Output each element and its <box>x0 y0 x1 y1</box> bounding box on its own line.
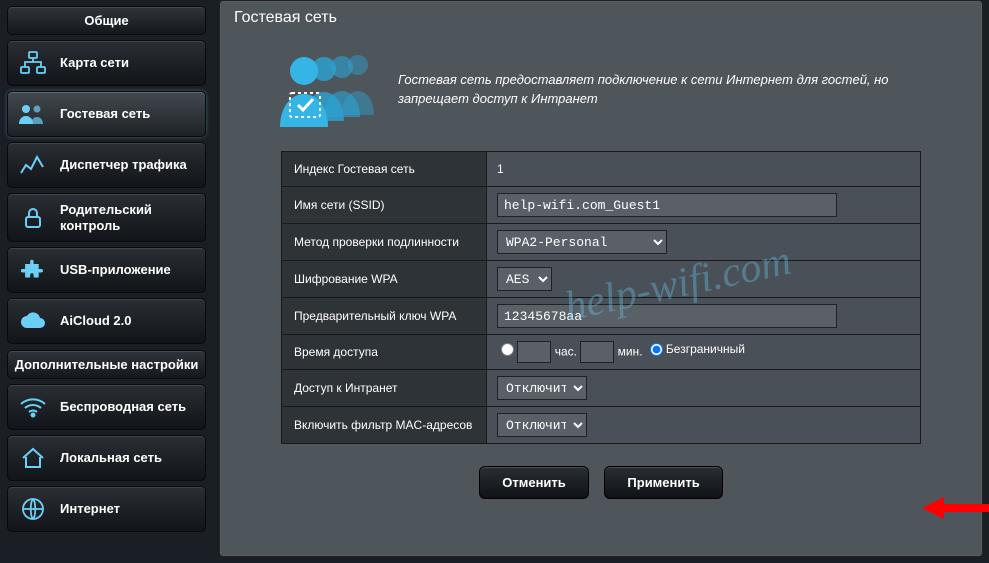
sidebar-header-general: Общие <box>7 6 206 35</box>
sidebar: Общие Карта сети Гостевая сеть Диспетчер… <box>0 0 213 563</box>
sidebar-item-parental-control[interactable]: Родительский контроль <box>7 193 206 242</box>
row-label: Индекс Гостевая сеть <box>282 152 487 187</box>
mac-filter-select[interactable]: Отключить <box>497 413 587 437</box>
sidebar-item-guest-network[interactable]: Гостевая сеть <box>7 91 206 137</box>
access-time-limited-radio[interactable] <box>501 343 514 356</box>
cancel-button[interactable]: Отменить <box>479 466 589 499</box>
sidebar-item-label: Карта сети <box>60 55 129 71</box>
cloud-icon <box>18 307 48 335</box>
hours-input[interactable] <box>517 341 551 363</box>
sidebar-item-label: Гостевая сеть <box>60 106 150 122</box>
wifi-icon <box>18 393 48 421</box>
sidebar-item-label: AiCloud 2.0 <box>60 313 132 329</box>
settings-table: Индекс Гостевая сеть 1 Имя сети (SSID) М… <box>281 151 921 444</box>
puzzle-icon <box>18 256 48 284</box>
row-label: Имя сети (SSID) <box>282 187 487 224</box>
sidebar-item-internet[interactable]: Интернет <box>7 486 206 532</box>
globe-icon <box>18 495 48 523</box>
sidebar-item-label: Беспроводная сеть <box>60 399 186 415</box>
sidebar-item-aicloud[interactable]: AiCloud 2.0 <box>7 298 206 344</box>
sidebar-item-label: Родительский контроль <box>60 202 195 233</box>
minutes-input[interactable] <box>580 341 614 363</box>
auth-method-select[interactable]: WPA2-Personal <box>497 230 667 254</box>
sidebar-header-advanced: Дополнительные настройки <box>7 350 206 379</box>
home-icon <box>18 444 48 472</box>
sidebar-item-label: Диспетчер трафика <box>60 157 187 173</box>
hours-label: час. <box>555 345 577 359</box>
sidebar-item-traffic-manager[interactable]: Диспетчер трафика <box>7 142 206 188</box>
intro-text: Гостевая сеть предоставляет подключение … <box>398 70 932 109</box>
intranet-access-select[interactable]: Отключить <box>497 376 587 400</box>
guest-hero-icon <box>270 45 380 133</box>
sidebar-item-label: USB-приложение <box>60 262 171 278</box>
network-map-icon <box>18 49 48 77</box>
button-row: Отменить Применить <box>220 466 982 499</box>
sidebar-item-lan[interactable]: Локальная сеть <box>7 435 206 481</box>
row-label: Предварительный ключ WPA <box>282 298 487 335</box>
intro-block: Гостевая сеть предоставляет подключение … <box>220 39 982 143</box>
row-label: Время доступа <box>282 335 487 370</box>
row-label: Включить фильтр MAC-адресов <box>282 407 487 444</box>
ssid-input[interactable] <box>497 193 837 217</box>
apply-button[interactable]: Применить <box>604 466 722 499</box>
row-label: Метод проверки подлинности <box>282 224 487 261</box>
minutes-label: мин. <box>618 345 643 359</box>
access-time-unlimited-radio[interactable] <box>650 343 663 356</box>
guest-network-icon <box>18 100 48 128</box>
traffic-icon <box>18 151 48 179</box>
row-label: Доступ к Интранет <box>282 370 487 407</box>
sidebar-item-wireless[interactable]: Беспроводная сеть <box>7 384 206 430</box>
sidebar-item-label: Интернет <box>60 501 120 517</box>
encryption-select[interactable]: AES <box>497 267 552 291</box>
sidebar-item-label: Локальная сеть <box>60 450 162 466</box>
sidebar-item-usb-app[interactable]: USB-приложение <box>7 247 206 293</box>
lock-icon <box>18 204 48 232</box>
guest-index-value: 1 <box>487 152 921 187</box>
row-label: Шифрование WPA <box>282 261 487 298</box>
wpa-key-input[interactable] <box>497 304 837 328</box>
page-title: Гостевая сеть <box>220 1 982 39</box>
main-panel: Гостевая сеть Гостевая сеть предоставляе… <box>219 0 983 557</box>
unlimited-label: Безграничный <box>666 342 745 356</box>
sidebar-item-network-map[interactable]: Карта сети <box>7 40 206 86</box>
